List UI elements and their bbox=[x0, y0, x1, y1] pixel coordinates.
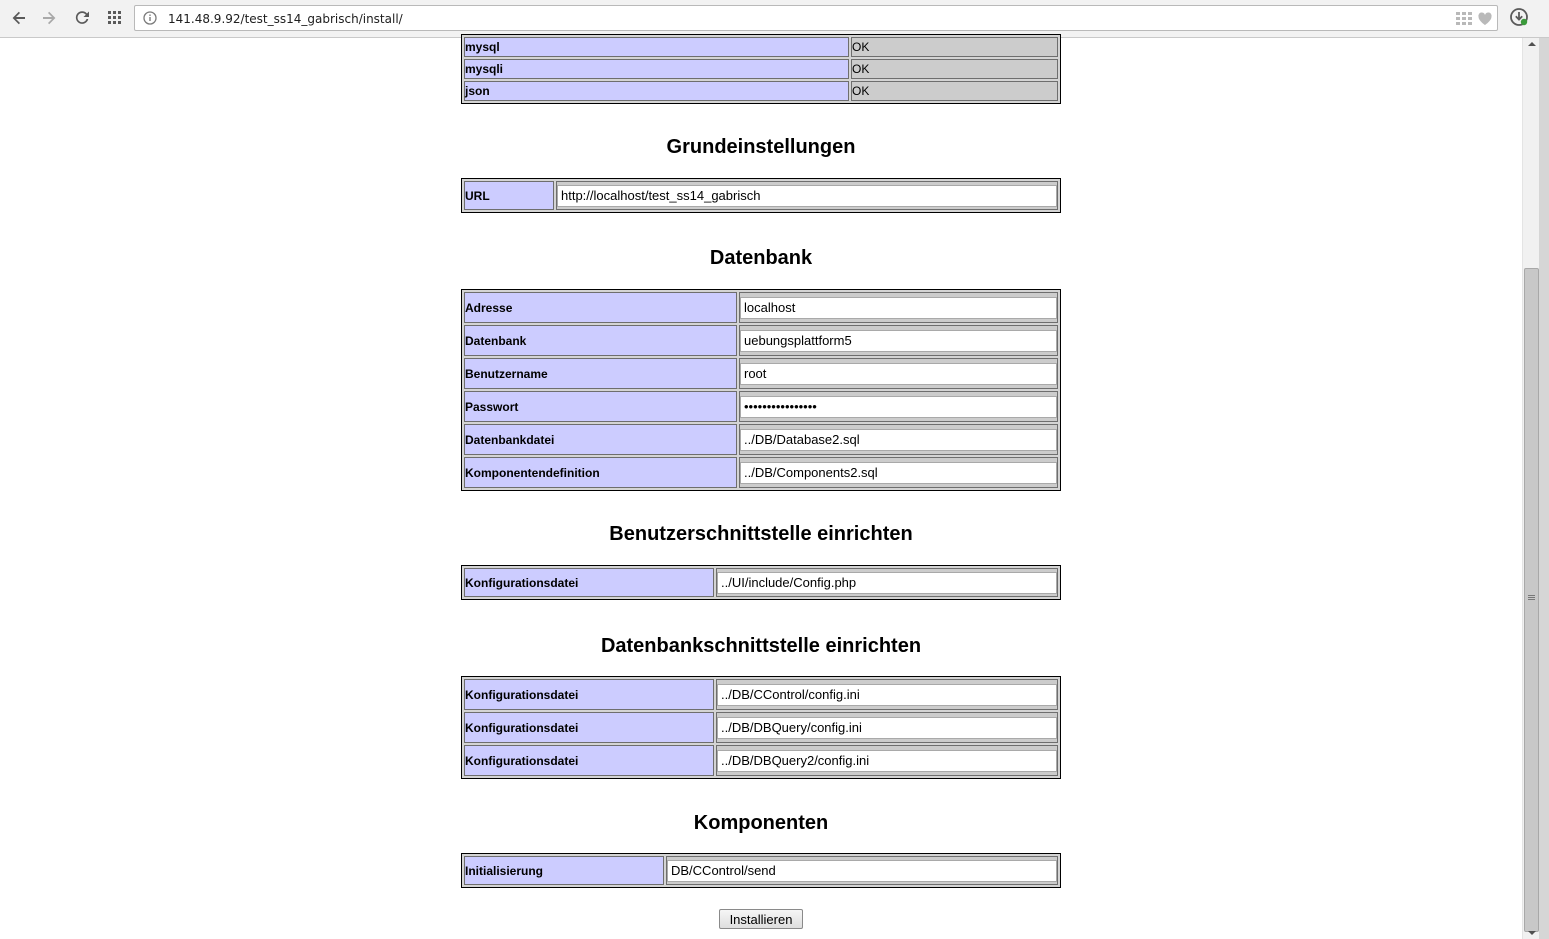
table-row: json OK bbox=[464, 81, 1058, 101]
vertical-scrollbar[interactable] bbox=[1522, 38, 1540, 939]
passwort-cell bbox=[739, 391, 1058, 422]
back-arrow-icon[interactable] bbox=[7, 6, 31, 30]
komponenten-section: Initialisierung bbox=[461, 853, 1061, 888]
adresse-label: Adresse bbox=[464, 292, 737, 323]
url-text[interactable]: 141.48.9.92/test_ss14_gabrisch/install/ bbox=[168, 12, 403, 26]
db-config-cell bbox=[716, 679, 1058, 710]
table-row: mysql OK bbox=[464, 37, 1058, 57]
download-extension-icon[interactable] bbox=[1509, 7, 1531, 29]
extension-status: OK bbox=[851, 37, 1058, 57]
table-row: Komponentendefinition bbox=[464, 457, 1058, 488]
page-info-icon[interactable] bbox=[143, 11, 157, 25]
table-row: Konfigurationsdatei bbox=[464, 679, 1058, 710]
initialisierung-label: Initialisierung bbox=[464, 856, 664, 885]
db-config-label: Konfigurationsdatei bbox=[464, 712, 714, 743]
datenbank-cell bbox=[739, 325, 1058, 356]
ui-config-cell bbox=[716, 568, 1058, 597]
grundeinstellungen-table: URL bbox=[461, 178, 1061, 213]
browser-toolbar: 141.48.9.92/test_ss14_gabrisch/install/ bbox=[0, 0, 1549, 38]
table-row: mysqli OK bbox=[464, 59, 1058, 79]
datenbankschnittstelle-section: Konfigurationsdatei Konfigurationsdatei … bbox=[461, 676, 1061, 779]
passwort-input[interactable] bbox=[740, 395, 1057, 418]
extension-name: json bbox=[464, 81, 849, 101]
section-title-datenbankschnittstelle: Datenbankschnittstelle einrichten bbox=[600, 635, 922, 657]
datenbank-label: Datenbank bbox=[464, 325, 737, 356]
benutzername-cell bbox=[739, 358, 1058, 389]
db-config-cell bbox=[716, 745, 1058, 776]
db-config-label: Konfigurationsdatei bbox=[464, 745, 714, 776]
datenbank-table: Adresse Datenbank Benutzername Passwort … bbox=[461, 289, 1061, 491]
db-config-cell bbox=[716, 712, 1058, 743]
table-row: Adresse bbox=[464, 292, 1058, 323]
extensions-section: mysql OK mysqli OK json OK bbox=[461, 34, 1061, 104]
datenbankdatei-cell bbox=[739, 424, 1058, 455]
section-title-komponenten: Komponenten bbox=[693, 812, 829, 834]
url-input[interactable] bbox=[557, 184, 1057, 207]
table-row: Datenbank bbox=[464, 325, 1058, 356]
extension-status: OK bbox=[851, 81, 1058, 101]
window-edge bbox=[1539, 38, 1549, 939]
table-row: URL bbox=[464, 181, 1058, 210]
extension-name: mysql bbox=[464, 37, 849, 57]
benutzername-label: Benutzername bbox=[464, 358, 737, 389]
datenbankdatei-input[interactable] bbox=[740, 428, 1057, 451]
benutzername-input[interactable] bbox=[740, 362, 1057, 385]
extensions-table: mysql OK mysqli OK json OK bbox=[461, 34, 1061, 104]
apps-grid-icon[interactable] bbox=[103, 6, 127, 30]
scroll-thumb[interactable] bbox=[1524, 268, 1539, 932]
scroll-up-icon[interactable] bbox=[1528, 42, 1536, 46]
komponentendefinition-input[interactable] bbox=[740, 461, 1057, 484]
initialisierung-cell bbox=[666, 856, 1058, 885]
db-config-label: Konfigurationsdatei bbox=[464, 679, 714, 710]
address-bar[interactable]: 141.48.9.92/test_ss14_gabrisch/install/ bbox=[134, 5, 1498, 31]
adresse-input[interactable] bbox=[740, 296, 1057, 319]
install-button[interactable]: Installieren bbox=[719, 909, 803, 929]
grundeinstellungen-section: URL bbox=[461, 178, 1061, 213]
initialisierung-input[interactable] bbox=[667, 859, 1057, 882]
table-row: Konfigurationsdatei bbox=[464, 745, 1058, 776]
url-label: URL bbox=[464, 181, 554, 210]
ui-config-label: Konfigurationsdatei bbox=[464, 568, 714, 597]
komponenten-table: Initialisierung bbox=[461, 853, 1061, 888]
table-row: Initialisierung bbox=[464, 856, 1058, 885]
section-title-benutzerschnittstelle: Benutzerschnittstelle einrichten bbox=[609, 523, 913, 545]
benutzerschnittstelle-section: Konfigurationsdatei bbox=[461, 565, 1061, 600]
heart-icon[interactable] bbox=[1477, 11, 1493, 27]
benutzerschnittstelle-table: Konfigurationsdatei bbox=[461, 565, 1061, 600]
passwort-label: Passwort bbox=[464, 391, 737, 422]
table-row: Benutzername bbox=[464, 358, 1058, 389]
section-title-datenbank: Datenbank bbox=[709, 247, 813, 269]
cc-config-input[interactable] bbox=[717, 683, 1057, 706]
datenbank-input[interactable] bbox=[740, 329, 1057, 352]
extension-name: mysqli bbox=[464, 59, 849, 79]
grip-icon bbox=[1528, 595, 1535, 596]
komponentendefinition-cell bbox=[739, 457, 1058, 488]
table-row: Passwort bbox=[464, 391, 1058, 422]
datenbankschnittstelle-table: Konfigurationsdatei Konfigurationsdatei … bbox=[461, 676, 1061, 779]
table-row: Konfigurationsdatei bbox=[464, 712, 1058, 743]
table-row: Konfigurationsdatei bbox=[464, 568, 1058, 597]
url-cell bbox=[556, 181, 1058, 210]
scroll-down-icon[interactable] bbox=[1528, 931, 1536, 935]
extension-grid-icon[interactable] bbox=[1456, 11, 1472, 27]
dbquery-config-input[interactable] bbox=[717, 716, 1057, 739]
adresse-cell bbox=[739, 292, 1058, 323]
datenbankdatei-label: Datenbankdatei bbox=[464, 424, 737, 455]
datenbank-section: Adresse Datenbank Benutzername Passwort … bbox=[461, 289, 1061, 491]
ui-config-input[interactable] bbox=[717, 571, 1057, 594]
reload-icon[interactable] bbox=[70, 6, 94, 30]
forward-arrow-icon[interactable] bbox=[37, 6, 61, 30]
extension-status: OK bbox=[851, 59, 1058, 79]
komponentendefinition-label: Komponentendefinition bbox=[464, 457, 737, 488]
dbquery2-config-input[interactable] bbox=[717, 749, 1057, 772]
section-title-grundeinstellungen: Grundeinstellungen bbox=[666, 136, 856, 158]
table-row: Datenbankdatei bbox=[464, 424, 1058, 455]
